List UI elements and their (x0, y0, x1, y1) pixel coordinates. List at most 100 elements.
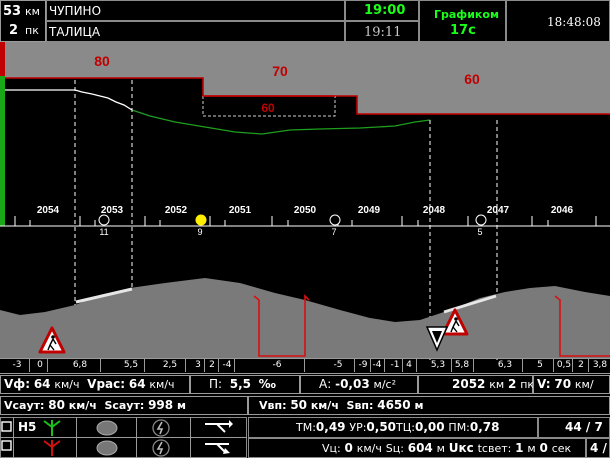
time-schedule: 19:00 (364, 3, 406, 18)
saut-cell: Vсаут: 80 км/ч Sсаут: 998 м (0, 396, 248, 415)
indicator-lamp-2 (96, 440, 118, 456)
lightning-icon-2 (152, 439, 170, 457)
signal-label: 11 (99, 227, 108, 237)
gradient-value: -1 (388, 359, 403, 372)
gradient-value: 6,3 (488, 359, 523, 372)
vrac-value: 64 (128, 377, 146, 391)
a-unit: м/с² (373, 378, 396, 391)
time-schedule-box: 19:00 (345, 0, 419, 21)
pos-pk-unit: пк (520, 378, 535, 391)
km-label: 2053 (101, 205, 124, 216)
fork-icon-red (43, 440, 61, 456)
gradient-value: 0 (33, 359, 48, 372)
gradient-cell: П: 5,5 ‰ (190, 375, 300, 394)
lamp-icon (1, 421, 12, 451)
p-label: П: (209, 377, 223, 391)
pressure-cell: ТМ:0,49 УР:0,50ТЦ:0,00 ПМ:0,78 (248, 417, 538, 438)
bottom-divider-v4 (190, 417, 191, 458)
gradient-value: -4 (220, 359, 235, 372)
signal-5 (475, 214, 487, 226)
actual-speed-curve (5, 89, 133, 111)
gradient-value: 3 (192, 359, 205, 372)
tsvet-label: tсвет: (477, 442, 512, 455)
time-arrival: 19:11 (364, 25, 402, 40)
signal-11 (98, 214, 110, 226)
pk-unit: пк (25, 24, 39, 37)
km-labels: 2054 2053 2052 2051 2050 2049 2048 2047 … (37, 205, 574, 216)
pressure-line: ТМ:0,49 УР:0,50ТЦ:0,00 ПМ:0,78 (296, 420, 500, 434)
signal-label: 5 (477, 227, 482, 237)
ssaut-label: Sсаут: (104, 399, 145, 412)
gradient-value: -3 (5, 359, 30, 372)
signal-7 (329, 214, 341, 226)
v-value: 70 (554, 377, 572, 391)
vsaut-label: Vсаут: (4, 399, 45, 412)
gradient-value: -9 (356, 359, 371, 372)
switch-icon-2 (205, 443, 230, 454)
target-line: Vц: 0 км/ч Sц: 604 м Uкс tсвет: 1 м 0 се… (322, 441, 571, 455)
mode-label: Графиком (434, 8, 499, 21)
station-next: ТАЛИЦА (49, 25, 101, 39)
indicator-lamp-1 (96, 420, 118, 436)
clock: 18:48:08 (547, 15, 601, 29)
km-label: 2046 (551, 205, 574, 216)
gradient-value: -4 (370, 359, 385, 372)
page-counter: 44 / 7 (565, 420, 603, 434)
track-profile-view: 80 70 60 60 2054 2053 2052 2051 2050 204… (0, 42, 610, 360)
bottom-divider-v3 (136, 417, 137, 458)
vrac-label: Vрас: (87, 377, 126, 391)
speed-actual-cell: Vф: 64 км/ч Vрас: 64 км/ч (0, 375, 190, 394)
bottom-divider-v1 (13, 417, 14, 458)
switch-icon-1 (205, 420, 233, 433)
speed-limit-cell: V: 70 км/ (533, 375, 610, 394)
gradient-value: 5 (527, 359, 554, 372)
gradient-value: 5,3 (425, 359, 452, 372)
left-strip-green (0, 76, 5, 226)
vc-value: 0 (344, 441, 353, 455)
km-label: 2051 (229, 205, 252, 216)
svp-label: Sвп: (346, 399, 374, 412)
ukc-label: Uкс (448, 441, 474, 455)
pos-km-unit: км (489, 378, 505, 391)
acceleration-cell: А: -0,03 м/с² (300, 375, 418, 394)
station-current-box: ЧУПИНО (46, 0, 345, 21)
speed-limit-label-60-sub: 60 (261, 101, 275, 115)
svp-value: 4650 (377, 398, 411, 412)
vf-label: Vф: (4, 377, 30, 391)
vf-unit: км/ч (54, 378, 80, 391)
bottom-divider (0, 437, 247, 438)
target-cell: Vц: 0 км/ч Sц: 604 м Uкс tсвет: 1 м 0 се… (248, 438, 586, 458)
vc-label: Vц: (322, 442, 341, 455)
km-unit: км (25, 5, 40, 18)
tc-label: ТЦ: (396, 421, 415, 434)
sc-unit: м (436, 442, 445, 455)
km-label: 2048 (423, 205, 446, 216)
v-label: V: (537, 377, 551, 391)
speed-limit-band-60 (357, 42, 610, 114)
ur-label: УР: (349, 421, 367, 434)
pm-value: 0,78 (469, 420, 500, 434)
gradient-value: -5 (322, 359, 355, 372)
bottom-divider-v2 (76, 417, 77, 458)
gradient-value: 3,8 (590, 359, 610, 372)
tm-label: ТМ: (296, 421, 316, 434)
clock-box: 18:48:08 (506, 0, 610, 42)
station-current: ЧУПИНО (49, 4, 102, 18)
signal-9-current (195, 214, 207, 226)
signal-label: 7 (331, 227, 336, 237)
pk-value: 2 (9, 23, 19, 38)
vsaut-unit: км/ч (68, 399, 97, 412)
speed-limit-label-60: 60 (464, 71, 480, 87)
km-label: 2049 (358, 205, 381, 216)
pm-label: ПМ: (448, 421, 470, 434)
station-next-box: ТАЛИЦА (46, 21, 345, 42)
gradient-value: 2 (206, 359, 219, 372)
signal-code: Н5 (18, 420, 37, 434)
gradient-value: 0,5 (556, 359, 573, 372)
header-km-box: 53 км 2 пк (0, 0, 46, 42)
ssaut-unit: м (176, 399, 186, 412)
vc-unit: км/ч (356, 442, 382, 455)
vrac-unit: км/ч (149, 378, 175, 391)
left-strip-red (0, 42, 5, 76)
tsvet-min-unit: м (527, 442, 536, 455)
